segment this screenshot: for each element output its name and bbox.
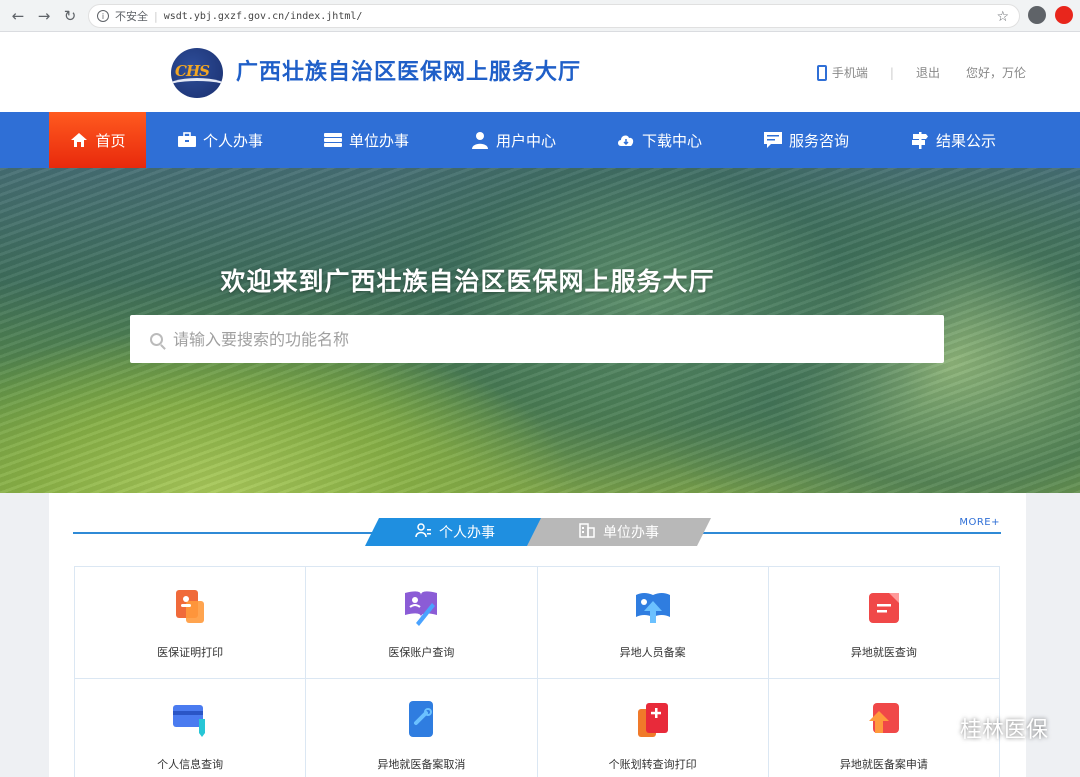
medical-query-icon [868,593,899,623]
apply-register-icon [868,703,899,733]
nav-home[interactable]: 首页 [49,112,146,168]
bookmark-star-icon[interactable]: ☆ [996,9,1009,25]
cloud-download-icon [616,131,636,149]
back-arrow-icon[interactable]: ← [8,6,28,26]
nav-personal[interactable]: 个人办事 [177,112,263,168]
watermark-text: 桂林医保 [959,718,1048,743]
home-icon [69,131,89,149]
service-grid: 医保证明打印 医保账户查询 异地人员备案 异地就医查询 个人信息查询 异地就医备… [74,566,1000,777]
user-greeting: 您好，万伦 [965,66,1026,80]
nav-consult[interactable]: 服务咨询 [763,112,849,168]
person-list-icon [415,522,431,542]
account-book-icon [405,591,438,626]
header-links: 手机端 | 退出 您好，万伦 [816,64,1026,81]
service-personal-info[interactable]: 个人信息查询 [75,679,307,777]
nav-results[interactable]: 结果公示 [910,112,996,168]
main-nav: 首页 个人办事 单位办事 用户中心 下载中心 服务咨询 结果公示 [0,112,1080,168]
service-cancel-register[interactable]: 异地就医备案取消 [306,679,538,777]
transfer-print-icon [637,703,668,737]
hero-banner: 欢迎来到广西壮族自治区医保网上服务大厅 [0,168,1080,493]
nav-unit[interactable]: 单位办事 [323,112,409,168]
certificate-print-icon [176,590,205,623]
browser-toolbar: ← → ↻ i 不安全 | wsdt.ybj.gxzf.gov.cn/index… [0,0,1080,32]
site-header: CHS 广西壮族自治区医保网上服务大厅 手机端 | 退出 您好，万伦 [0,32,1080,112]
search-icon [150,332,163,346]
service-medical-query[interactable]: 异地就医查询 [768,567,1000,679]
url-text: wsdt.ybj.gxzf.gov.cn/index.jhtml/ [163,10,363,22]
service-cert-print[interactable]: 医保证明打印 [75,567,307,679]
profile-avatar-icon[interactable] [1028,6,1046,24]
wechat-watermark: 桂林医保 [920,712,1048,744]
chat-icon [763,131,783,149]
nav-user-center[interactable]: 用户中心 [470,112,556,168]
site-title: 广西壮族自治区医保网上服务大厅 [236,60,582,85]
more-link[interactable]: MORE+ [959,517,1000,528]
card-info-icon [173,705,206,737]
tab-personal[interactable]: 个人办事 [365,518,545,546]
forward-arrow-icon[interactable]: → [34,6,54,26]
user-icon [470,131,490,149]
address-bar[interactable]: i 不安全 | wsdt.ybj.gxzf.gov.cn/index.jhtml… [88,4,1020,28]
info-icon: i [97,10,109,22]
server-icon [323,131,343,149]
search-box [130,315,944,363]
mobile-link[interactable]: 手机端 [832,64,868,81]
service-transfer-print[interactable]: 个账划转查询打印 [538,679,769,777]
tab-unit[interactable]: 单位办事 [527,518,711,546]
reload-icon[interactable]: ↻ [60,6,80,26]
signpost-icon [910,131,930,149]
service-relocation-register[interactable]: 异地人员备案 [537,567,769,679]
building-icon [579,522,595,542]
search-input[interactable] [173,329,913,349]
nav-download[interactable]: 下载中心 [616,112,702,168]
cancel-register-icon [409,701,434,737]
security-label: 不安全 [115,10,148,23]
relocation-register-icon [635,593,670,623]
service-account-query[interactable]: 医保账户查询 [306,567,538,679]
logout-link[interactable]: 退出 [916,64,940,81]
services-panel: 个人办事 单位办事 MORE+ 医保证明打印 医保账户查询 异地人员备案 异地就… [49,493,1026,777]
briefcase-icon [177,131,197,149]
chs-logo[interactable]: CHS [171,48,223,98]
mobile-phone-icon [816,64,827,81]
wechat-icon [920,716,952,739]
banner-title: 欢迎来到广西壮族自治区医保网上服务大厅 [220,267,715,296]
extension-icon[interactable] [1055,6,1073,24]
